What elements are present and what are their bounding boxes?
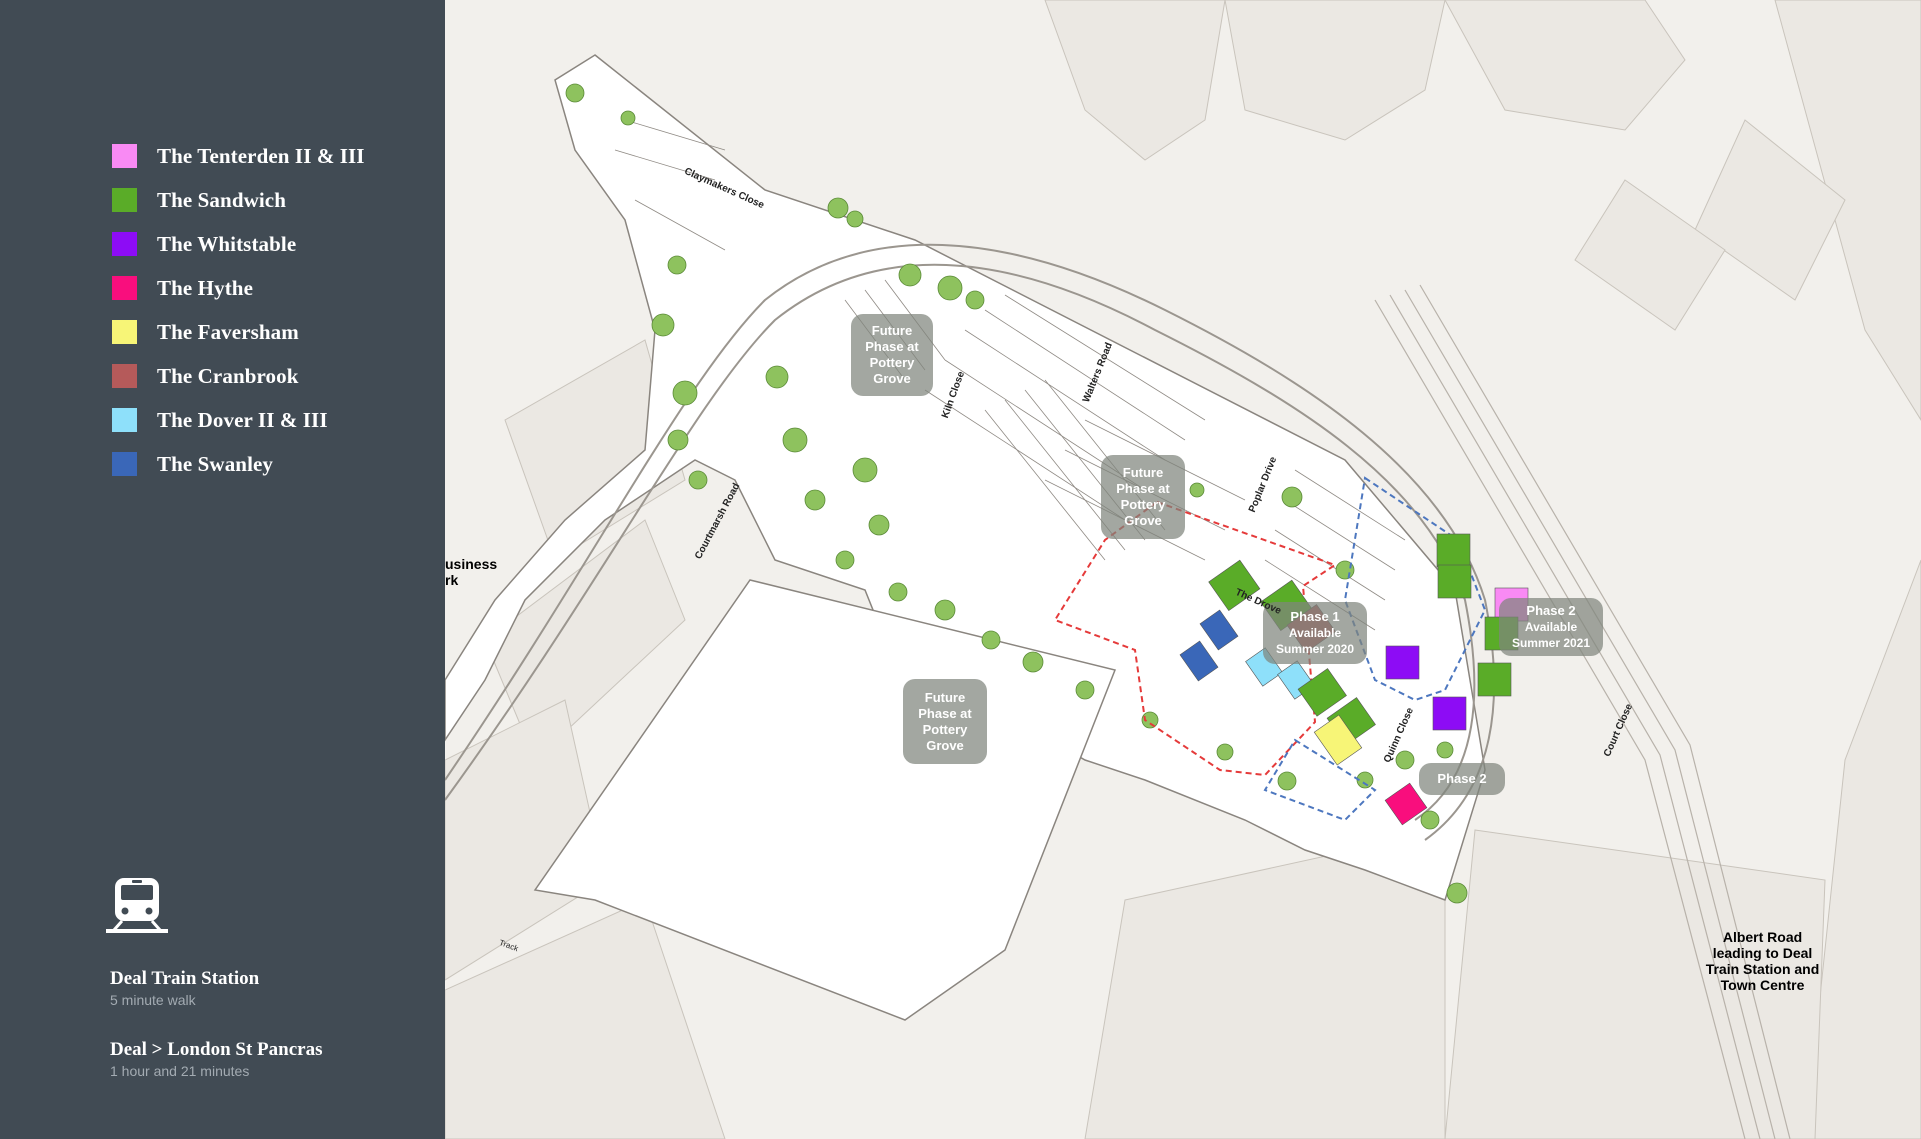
sidebar: The Tenterden II & III The Sandwich The Wh…	[0, 0, 445, 1139]
future-phase-badge-2[interactable]: Future Phase at Pottery Grove	[1101, 455, 1185, 539]
legend-item[interactable]: The Tenterden II & III	[112, 134, 365, 178]
future-phase-badge-3[interactable]: Future Phase at Pottery Grove	[903, 679, 987, 764]
legend-label: The Dover II & III	[157, 407, 328, 432]
phase2-available-badge[interactable]: Phase 2 Available Summer 2021	[1499, 598, 1603, 656]
legend-item[interactable]: The Whitstable	[112, 222, 365, 266]
future-phase-badge-1[interactable]: Future Phase at Pottery Grove	[851, 314, 933, 396]
legend-item[interactable]: The Hythe	[112, 266, 365, 310]
albert-road-label: Albert Road leading to Deal Train Station …	[1705, 929, 1820, 993]
legend-item[interactable]: The Dover II & III	[112, 398, 365, 442]
legend-label: The Faversham	[157, 319, 299, 344]
legend-item[interactable]: The Swanley	[112, 442, 365, 486]
legend-item[interactable]: The Cranbrook	[112, 354, 365, 398]
station-title: Deal Train Station	[110, 968, 260, 989]
route-title: Deal > London St Pancras	[110, 1039, 323, 1060]
route-info: Deal > London St Pancras 1 hour and 21 m…	[110, 1039, 322, 1079]
house-type-legend: The Tenterden II & III The Sandwich The Wh…	[112, 134, 365, 486]
station-walk-time: 5 minute walk	[110, 992, 196, 1008]
legend-swatch	[112, 276, 137, 300]
legend-label: The Swanley	[157, 451, 274, 476]
legend-label: The Whitstable	[157, 231, 297, 256]
business-park-label: usiness rk	[445, 556, 498, 588]
station-info: Deal Train Station 5 minute walk	[110, 968, 259, 1008]
legend-swatch	[112, 144, 137, 168]
legend-swatch	[112, 320, 137, 344]
legend-item[interactable]: The Sandwich	[112, 178, 365, 222]
train-icon	[106, 878, 168, 933]
legend-swatch	[112, 232, 137, 256]
legend-label: The Cranbrook	[157, 363, 299, 388]
legend-swatch	[112, 408, 137, 432]
legend-label: The Tenterden II & III	[157, 143, 365, 168]
legend-label: The Hythe	[157, 275, 253, 300]
route-duration: 1 hour and 21 minutes	[110, 1063, 250, 1079]
site-plan-map[interactable]: Future Phase at Pottery Grove Future Phase a…	[445, 0, 1921, 1139]
legend-item[interactable]: The Faversham	[112, 310, 365, 354]
phase2-badge[interactable]: Phase 2	[1419, 763, 1505, 795]
legend-swatch	[112, 452, 137, 476]
legend-swatch	[112, 188, 137, 212]
legend-label: The Sandwich	[157, 187, 286, 212]
legend-swatch	[112, 364, 137, 388]
